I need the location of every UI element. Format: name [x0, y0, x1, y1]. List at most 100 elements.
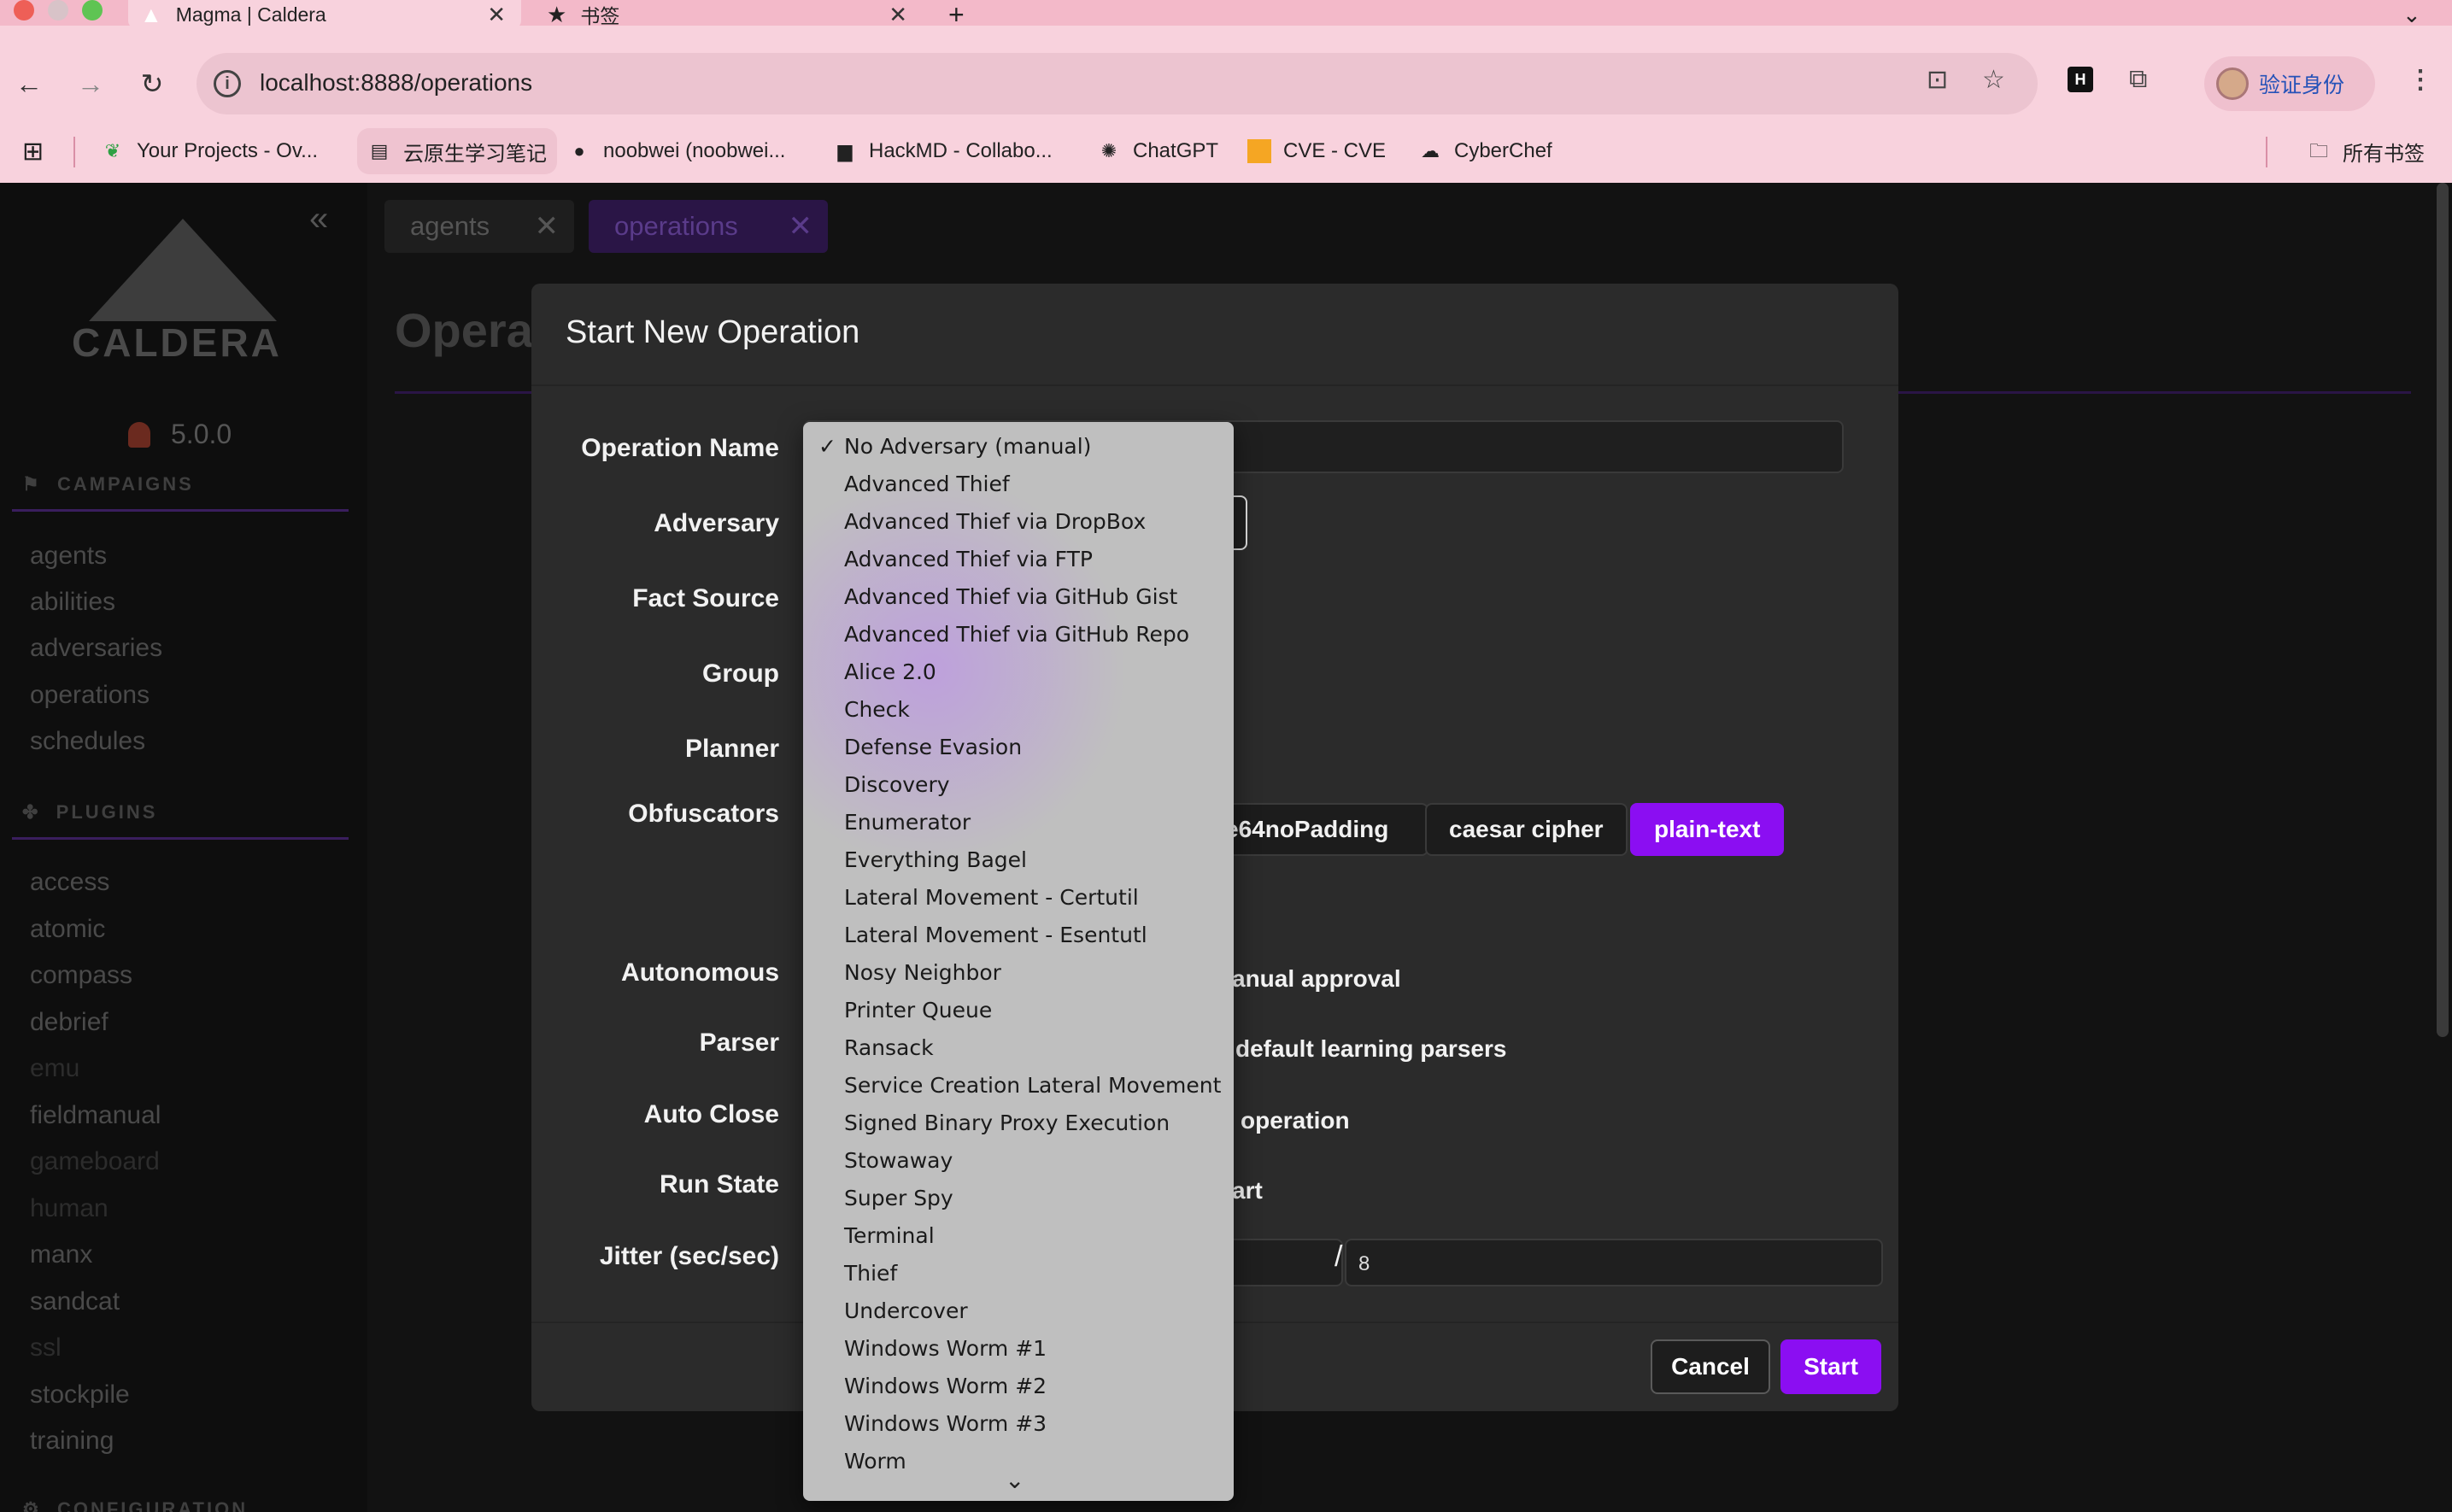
adversary-option[interactable]: Service Creation Lateral Movement — [844, 1073, 1221, 1098]
cancel-button[interactable]: Cancel — [1651, 1339, 1770, 1394]
bookmark-item[interactable]: ❦ Your Projects - Ov... — [101, 128, 318, 174]
adversary-option[interactable]: Discovery — [844, 772, 950, 797]
adversary-option[interactable]: Printer Queue — [844, 998, 992, 1023]
close-window-button[interactable] — [14, 0, 34, 21]
sidebar-item-schedules[interactable]: schedules — [30, 727, 145, 756]
sidebar-item-agents[interactable]: agents — [30, 542, 107, 571]
bookmark-star-icon[interactable]: ☆ — [1982, 65, 2005, 95]
adversary-option[interactable]: Advanced Thief via FTP — [844, 547, 1093, 571]
browser-tab-magma[interactable]: ▲ Magma | Caldera ✕ — [128, 0, 521, 29]
sidebar-item-abilities[interactable]: abilities — [30, 588, 115, 617]
minimize-window-button[interactable] — [48, 0, 68, 21]
sidebar-item-fieldmanual[interactable]: fieldmanual — [30, 1101, 161, 1130]
adversary-option[interactable]: Advanced Thief via DropBox — [844, 509, 1146, 534]
bookmark-item[interactable]: ▤ 云原生学习笔记 — [357, 128, 557, 174]
sidebar-item-gameboard[interactable]: gameboard — [30, 1147, 160, 1176]
new-tab-button[interactable]: + — [948, 0, 983, 30]
close-icon[interactable]: ✕ — [789, 209, 813, 243]
site-info-icon[interactable]: i — [214, 70, 241, 97]
adversary-option[interactable]: Check — [844, 697, 910, 722]
bookmark-item[interactable]: ☁ CyberChef — [1418, 128, 1552, 174]
adversary-option[interactable]: Thief — [844, 1261, 897, 1286]
scrollbar[interactable] — [2437, 183, 2449, 1037]
scroll-down-chevron-icon[interactable]: ⌄ — [1005, 1466, 1024, 1494]
sidebar-item-operations[interactable]: operations — [30, 681, 150, 710]
sidebar-item-human[interactable]: human — [30, 1194, 109, 1223]
start-button[interactable]: Start — [1780, 1339, 1881, 1394]
adversary-option[interactable]: Everything Bagel — [844, 847, 1027, 872]
sidebar-item-manx[interactable]: manx — [30, 1240, 92, 1269]
adversary-option-label: Advanced Thief via DropBox — [844, 509, 1147, 534]
adversary-option[interactable]: Alice 2.0 — [844, 659, 936, 684]
translate-icon[interactable]: ⊡ — [1927, 65, 1948, 95]
adversary-option[interactable]: Super Spy — [844, 1186, 953, 1210]
run-state-option-text[interactable]: art — [1232, 1177, 1263, 1204]
adversary-option-label: Windows Worm #2 — [844, 1374, 1047, 1398]
adversary-option[interactable]: Windows Worm #1 — [844, 1336, 1047, 1361]
forward-arrow-icon[interactable]: → — [73, 67, 108, 101]
tab-search-chevron-icon[interactable]: ⌄ — [2402, 0, 2437, 29]
collapse-sidebar-icon[interactable]: « — [309, 200, 328, 238]
obfuscator-caesar-cipher-chip[interactable]: caesar cipher — [1425, 803, 1628, 856]
adversary-option[interactable]: Advanced Thief — [844, 472, 1010, 496]
bookmark-item[interactable]: ▆ HackMD - Collabo... — [833, 128, 1053, 174]
profile-button[interactable]: 验证身份 — [2204, 56, 2375, 111]
parser-option-text[interactable]: default learning parsers — [1235, 1035, 1506, 1063]
address-bar[interactable]: i localhost:8888/operations — [197, 53, 2038, 114]
bookmark-item[interactable]: CVE - CVE — [1247, 128, 1386, 174]
tab-title: Magma | Caldera — [175, 3, 326, 26]
close-icon[interactable]: ✕ — [487, 2, 506, 28]
back-arrow-icon[interactable]: ← — [12, 67, 46, 101]
jitter-max-input[interactable]: 8 — [1345, 1239, 1883, 1286]
adversary-option[interactable]: ✓ No Adversary (manual) — [818, 434, 1091, 459]
bookmark-item[interactable]: ✺ ChatGPT — [1097, 128, 1218, 174]
sidebar-item-atomic[interactable]: atomic — [30, 915, 105, 944]
sidebar-item-sandcat[interactable]: sandcat — [30, 1287, 120, 1316]
sidebar-item-ssl[interactable]: ssl — [30, 1333, 62, 1363]
adversary-option[interactable]: Advanced Thief via GitHub Gist — [844, 584, 1177, 609]
apps-grid-icon[interactable]: ⊞ — [22, 128, 44, 174]
adversary-option[interactable]: Lateral Movement - Certutil — [844, 885, 1139, 910]
auto-close-option-text[interactable]: operation — [1241, 1107, 1350, 1134]
sidebar-item-stockpile[interactable]: stockpile — [30, 1380, 130, 1409]
bookmark-item[interactable]: ● noobwei (noobwei... — [567, 128, 785, 174]
close-icon[interactable]: ✕ — [535, 209, 560, 243]
autonomous-option-text[interactable]: anual approval — [1232, 965, 1401, 993]
adversary-option[interactable]: Lateral Movement - Esentutl — [844, 923, 1147, 947]
sidebar-item-training[interactable]: training — [30, 1427, 114, 1456]
extensions-puzzle-icon[interactable]: ⧉ — [2129, 65, 2147, 94]
adversary-option[interactable]: Undercover — [844, 1298, 968, 1323]
sidebar-item-adversaries[interactable]: adversaries — [30, 634, 162, 663]
close-icon[interactable]: ✕ — [889, 2, 907, 28]
browser-tab-bookmarks[interactable]: ★ 书签 ✕ — [538, 0, 923, 29]
adversary-option[interactable]: Signed Binary Proxy Execution — [844, 1111, 1170, 1135]
adversary-option-label: Stowaway — [844, 1148, 953, 1173]
adversary-option[interactable]: Windows Worm #3 — [844, 1411, 1047, 1436]
sidebar-item-emu[interactable]: emu — [30, 1054, 79, 1083]
avatar — [2216, 67, 2249, 100]
menu-dots-icon[interactable]: ⋮ — [2408, 65, 2433, 95]
maximize-window-button[interactable] — [82, 0, 103, 21]
reload-icon[interactable]: ↻ — [135, 67, 169, 101]
sidebar-item-compass[interactable]: compass — [30, 961, 132, 990]
sidebar-item-debrief[interactable]: debrief — [30, 1008, 109, 1037]
tab-operations[interactable]: operations ✕ — [589, 200, 828, 253]
adversary-option[interactable]: Worm — [844, 1449, 906, 1474]
adversary-option-label: Advanced Thief via FTP — [844, 547, 1093, 571]
sidebar-item-access[interactable]: access — [30, 868, 109, 897]
adversary-dropdown-list[interactable]: ✓ No Adversary (manual) Advanced Thief Adva… — [803, 422, 1234, 1501]
adversary-option[interactable]: Terminal — [844, 1223, 935, 1248]
obfuscator-plain-text-chip[interactable]: plain-text — [1630, 803, 1785, 856]
tab-agents[interactable]: agents ✕ — [384, 200, 574, 253]
adversary-option[interactable]: Defense Evasion — [844, 735, 1022, 759]
hackmd-extension-icon[interactable]: H — [2068, 67, 2093, 92]
section-label: CAMPAIGNS — [56, 473, 194, 495]
all-bookmarks-button[interactable]: 🗀 所有书签 — [2307, 128, 2425, 174]
adversary-option[interactable]: Nosy Neighbor — [844, 960, 1001, 985]
adversary-option[interactable]: Stowaway — [844, 1148, 953, 1173]
adversary-option[interactable]: Advanced Thief via GitHub Repo — [844, 622, 1189, 647]
adversary-option[interactable]: Enumerator — [844, 810, 971, 835]
adversary-option[interactable]: Windows Worm #2 — [844, 1374, 1047, 1398]
adversary-option[interactable]: Ransack — [844, 1035, 934, 1060]
adversary-option-label: Alice 2.0 — [844, 659, 936, 684]
